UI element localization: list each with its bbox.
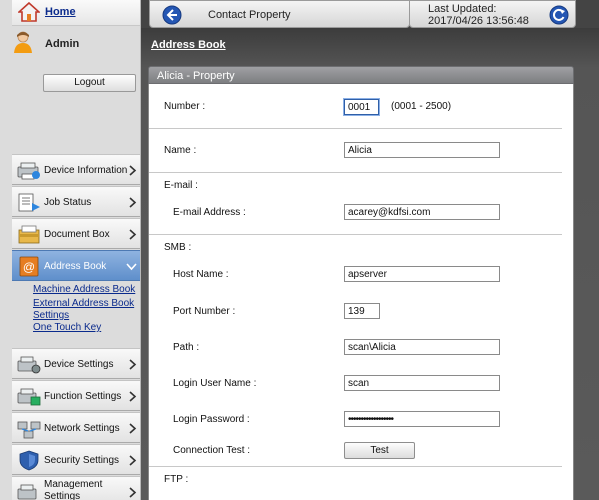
home-icon[interactable] <box>18 2 40 22</box>
chevron-right-icon <box>129 423 137 434</box>
function-settings-icon <box>17 388 41 406</box>
login-user-name-field[interactable] <box>344 375 500 391</box>
submenu-machine-address-book[interactable]: Machine Address Book <box>33 284 139 296</box>
path-field[interactable] <box>344 339 500 355</box>
path-label: Path : <box>173 342 200 353</box>
chevron-right-icon <box>129 391 137 402</box>
last-updated-value: 2017/04/26 13:56:48 <box>428 15 529 27</box>
login-password-label: Login Password : <box>173 414 250 425</box>
header-bar: Contact Property Last Updated: 2017/04/2… <box>141 0 599 28</box>
email-address-field[interactable] <box>344 204 500 220</box>
breadcrumb-address-book[interactable]: Address Book <box>151 39 226 51</box>
divider <box>149 128 562 129</box>
nav-label: Security Settings <box>44 455 120 466</box>
logout-button[interactable]: Logout <box>43 74 136 92</box>
nav-device-information[interactable]: Device Information <box>12 154 140 185</box>
submenu-external-address-book-settings[interactable]: Settings <box>33 310 139 322</box>
divider <box>149 466 562 467</box>
host-name-field[interactable] <box>344 266 500 282</box>
refresh-icon[interactable] <box>549 5 569 25</box>
panel-title: Alicia - Property <box>157 70 235 82</box>
sidebar: Home Admin Logout Device Information Job… <box>0 0 141 500</box>
device-settings-icon <box>17 356 41 374</box>
number-field[interactable] <box>344 99 379 115</box>
back-arrow-icon[interactable] <box>162 5 182 25</box>
ftp-section-label: FTP : <box>164 474 189 485</box>
nav-label-line1: Management <box>44 479 103 490</box>
host-name-label: Host Name : <box>173 269 229 280</box>
nav-function-settings[interactable]: Function Settings <box>12 380 140 411</box>
address-book-submenu: Machine Address Book External Address Bo… <box>33 284 139 334</box>
login-password-field[interactable] <box>344 411 500 427</box>
number-label: Number : <box>164 101 206 112</box>
user-row: Admin <box>12 30 140 56</box>
page-title: Contact Property <box>208 9 291 21</box>
nav-label: Address Book <box>44 261 107 272</box>
chevron-right-icon <box>129 455 137 466</box>
title-box: Contact Property <box>149 0 410 28</box>
submenu-external-address-book[interactable]: External Address Book <box>33 298 139 310</box>
property-panel: Number : (0001 - 2500) Name : E-mail : E… <box>148 84 574 500</box>
name-field[interactable] <box>344 142 500 158</box>
nav-label: Management Settings <box>44 479 102 500</box>
smb-section-label: SMB : <box>164 242 192 253</box>
chevron-right-icon <box>129 229 137 240</box>
document-box-icon <box>18 225 40 244</box>
job-status-icon <box>18 193 40 212</box>
port-number-label: Port Number : <box>173 306 236 317</box>
name-label: Name : <box>164 145 197 156</box>
divider <box>149 234 562 235</box>
nav-job-status[interactable]: Job Status <box>12 186 140 217</box>
nav-label: Device Information <box>44 165 128 176</box>
shield-icon <box>19 450 39 471</box>
chevron-right-icon <box>129 165 137 176</box>
nav-management-settings[interactable]: Management Settings <box>12 476 140 500</box>
port-number-field[interactable] <box>344 303 380 319</box>
management-settings-icon <box>17 484 37 500</box>
chevron-right-icon <box>129 197 137 208</box>
home-row[interactable]: Home <box>12 0 140 26</box>
nav-label: Job Status <box>44 197 92 208</box>
user-name: Admin <box>45 38 80 50</box>
nav-network-settings[interactable]: Network Settings <box>12 412 140 443</box>
chevron-right-icon <box>129 487 137 498</box>
user-avatar-icon <box>14 31 32 53</box>
panel-title-bar: Alicia - Property <box>148 66 574 84</box>
connection-test-label: Connection Test : <box>173 445 251 456</box>
main-content: Address Book Alicia - Property Number : … <box>141 28 599 500</box>
network-settings-icon <box>17 421 41 439</box>
test-button[interactable]: Test <box>344 442 415 459</box>
chevron-down-icon <box>126 263 137 271</box>
login-user-name-label: Login User Name : <box>173 378 257 389</box>
nav-security-settings[interactable]: Security Settings <box>12 444 140 475</box>
nav-document-box[interactable]: Document Box <box>12 218 140 249</box>
svg-text:@: @ <box>23 260 35 274</box>
last-updated-label: Last Updated: <box>428 3 497 15</box>
nav-label-line2: Settings <box>44 491 81 500</box>
chevron-right-icon <box>129 359 137 370</box>
home-link[interactable]: Home <box>45 6 76 18</box>
email-address-label: E-mail Address : <box>173 207 246 218</box>
divider <box>149 172 562 173</box>
submenu-one-touch-key[interactable]: One Touch Key <box>33 322 139 334</box>
nav-label: Function Settings <box>44 391 122 402</box>
number-range: (0001 - 2500) <box>391 101 452 112</box>
last-updated-box: Last Updated: 2017/04/26 13:56:48 <box>409 0 576 28</box>
email-section-label: E-mail : <box>164 180 198 191</box>
nav-label: Document Box <box>44 229 110 240</box>
nav-label: Device Settings <box>44 359 114 370</box>
address-book-icon: @ <box>19 256 39 277</box>
nav-device-settings[interactable]: Device Settings <box>12 348 140 379</box>
nav-address-book[interactable]: @ Address Book <box>12 250 140 281</box>
nav-label: Network Settings <box>44 423 120 434</box>
device-info-icon <box>17 162 40 180</box>
